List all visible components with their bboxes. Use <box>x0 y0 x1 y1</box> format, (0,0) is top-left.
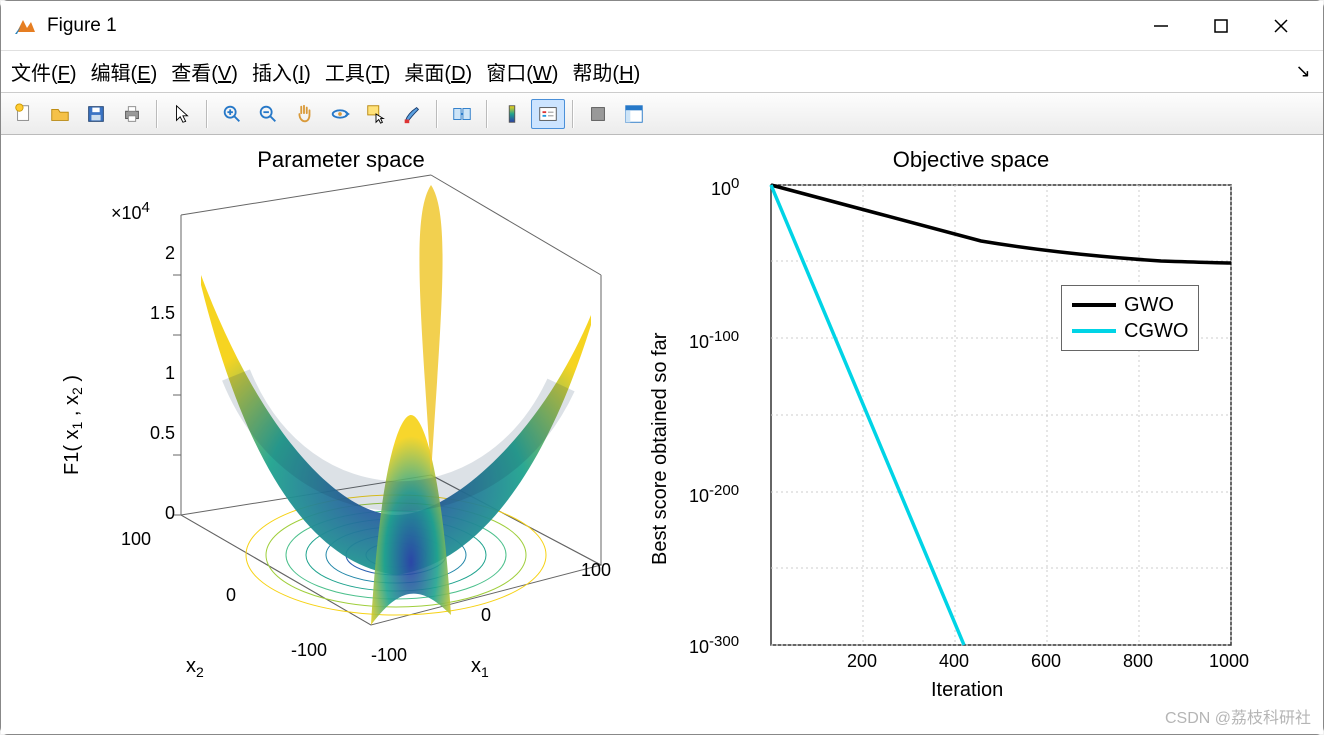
x-tick: 100 <box>581 560 611 581</box>
window-controls <box>1131 6 1311 46</box>
x-tick: 1000 <box>1209 651 1249 672</box>
menubar: 文件(F) 编辑(E) 查看(V) 插入(I) 工具(T) 桌面(D) 窗口(W… <box>1 51 1323 93</box>
x-tick: 200 <box>847 651 877 672</box>
save-icon <box>85 103 107 125</box>
y-axis-label: x2 <box>186 655 204 680</box>
zoom-in-button[interactable] <box>215 99 249 129</box>
watermark-text: CSDN @荔枝科研社 <box>1165 704 1311 728</box>
z-tick: 1.5 <box>131 303 175 324</box>
show-plot-tools-icon <box>623 103 645 125</box>
hide-plot-tools-icon <box>587 103 609 125</box>
z-axis-exponent: ×104 <box>111 199 150 224</box>
legend-entry-gwo[interactable]: GWO <box>1072 292 1188 318</box>
save-button[interactable] <box>79 99 113 129</box>
y-tick: 10-100 <box>689 328 739 353</box>
z-axis-label: F1( x1 , x2 ) <box>61 295 85 475</box>
z-tick: 1 <box>151 363 175 384</box>
y-tick: 100 <box>711 175 739 200</box>
show-plot-tools-button[interactable] <box>617 99 651 129</box>
figure-window: Figure 1 文件(F) 编辑(E) 查看(V) 插入(I) 工具(T) 桌… <box>0 0 1324 735</box>
z-tick: 0.5 <box>131 423 175 444</box>
toolbar-separator <box>572 100 574 128</box>
brush-icon <box>401 103 423 125</box>
new-figure-button[interactable] <box>7 99 41 129</box>
x-tick: 600 <box>1031 651 1061 672</box>
menu-help[interactable]: 帮助(H) <box>572 57 640 86</box>
parameter-space-axes[interactable] <box>1 155 641 715</box>
open-button[interactable] <box>43 99 77 129</box>
rotate-3d-icon <box>329 103 351 125</box>
legend-icon <box>537 103 559 125</box>
link-plots-button[interactable] <box>445 99 479 129</box>
close-icon <box>1273 18 1289 34</box>
close-button[interactable] <box>1251 6 1311 46</box>
titlebar: Figure 1 <box>1 1 1323 51</box>
gwo-line <box>771 185 1231 263</box>
print-button[interactable] <box>115 99 149 129</box>
legend-label: GWO <box>1124 294 1174 317</box>
link-plots-icon <box>451 103 473 125</box>
dock-arrow-icon[interactable]: ↘ <box>1293 62 1313 82</box>
x-tick: 0 <box>481 605 491 626</box>
toolbar-separator <box>156 100 158 128</box>
hide-plot-tools-button[interactable] <box>581 99 615 129</box>
z-tick: 2 <box>151 243 175 264</box>
y-tick: 10-200 <box>689 482 739 507</box>
menu-edit[interactable]: 编辑(E) <box>91 57 158 86</box>
toolbar-separator <box>436 100 438 128</box>
data-cursor-button[interactable] <box>359 99 393 129</box>
brush-button[interactable] <box>395 99 429 129</box>
zoom-out-button[interactable] <box>251 99 285 129</box>
window-title: Figure 1 <box>47 15 1131 37</box>
pointer-icon <box>171 103 193 125</box>
open-folder-icon <box>49 103 71 125</box>
toolbar <box>1 93 1323 135</box>
new-file-icon <box>13 103 35 125</box>
print-icon <box>121 103 143 125</box>
legend-label: CGWO <box>1124 320 1188 343</box>
matlab-app-icon <box>13 14 37 38</box>
menu-desktop[interactable]: 桌面(D) <box>404 57 472 86</box>
rotate3d-button[interactable] <box>323 99 357 129</box>
legend-button[interactable] <box>531 99 565 129</box>
edit-plot-button[interactable] <box>165 99 199 129</box>
legend[interactable]: GWO CGWO <box>1061 285 1199 351</box>
y-tick: -100 <box>291 640 327 661</box>
right-x-axis-label: Iteration <box>931 679 1003 702</box>
pan-button[interactable] <box>287 99 321 129</box>
legend-entry-cgwo[interactable]: CGWO <box>1072 318 1188 344</box>
zoom-out-icon <box>257 103 279 125</box>
x-tick: -100 <box>371 645 407 666</box>
maximize-button[interactable] <box>1191 6 1251 46</box>
legend-swatch-gwo <box>1072 303 1116 307</box>
right-y-axis-label: Best score obtained so far <box>649 265 672 565</box>
minimize-button[interactable] <box>1131 6 1191 46</box>
plot-area: Parameter space <box>1 135 1323 734</box>
z-tick: 0 <box>151 503 175 524</box>
maximize-icon <box>1213 18 1229 34</box>
menu-tools[interactable]: 工具(T) <box>325 57 391 86</box>
pan-icon <box>293 103 315 125</box>
data-cursor-icon <box>365 103 387 125</box>
x-axis-label: x1 <box>471 655 489 680</box>
toolbar-separator <box>486 100 488 128</box>
x-tick: 800 <box>1123 651 1153 672</box>
menu-view[interactable]: 查看(V) <box>171 57 238 86</box>
y-tick: 0 <box>226 585 236 606</box>
minimize-icon <box>1152 17 1170 35</box>
toolbar-separator <box>206 100 208 128</box>
y-tick: 10-300 <box>689 633 739 658</box>
menu-insert[interactable]: 插入(I) <box>252 57 311 86</box>
surface-plot <box>201 185 591 625</box>
y-tick: 100 <box>121 529 151 550</box>
menu-file[interactable]: 文件(F) <box>11 57 77 86</box>
zoom-in-icon <box>221 103 243 125</box>
colorbar-icon <box>501 103 523 125</box>
x-tick: 400 <box>939 651 969 672</box>
menu-window[interactable]: 窗口(W) <box>486 57 558 86</box>
cgwo-line <box>771 185 964 645</box>
legend-swatch-cgwo <box>1072 329 1116 333</box>
objective-space-axes[interactable] <box>701 165 1321 705</box>
colorbar-button[interactable] <box>495 99 529 129</box>
